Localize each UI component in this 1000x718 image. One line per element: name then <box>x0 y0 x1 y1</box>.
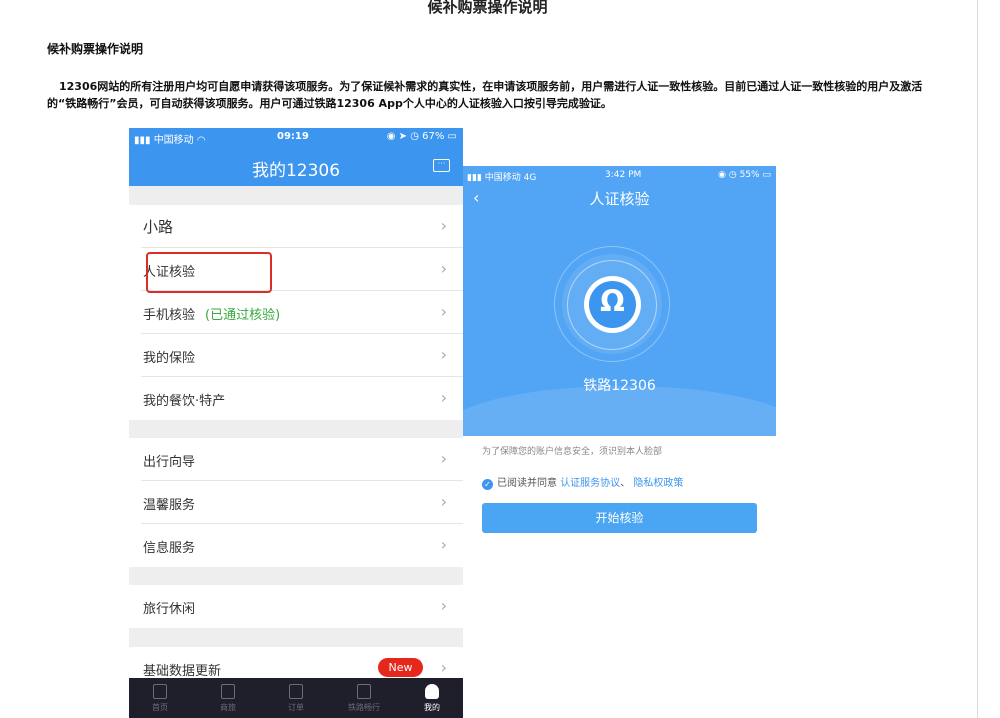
tab-home[interactable]: 首页 <box>135 684 185 713</box>
railway-logo-glyph: Ω <box>600 284 625 318</box>
nav-bar: ‹ 人证核验 <box>463 186 776 216</box>
nav-title: 人证核验 <box>589 190 650 208</box>
menu-item[interactable]: 我的餐饮·特产 › <box>141 377 463 420</box>
menu-group: 出行向导 › 温馨服务 › 信息服务 › <box>129 438 463 567</box>
tab-label: 首页 <box>152 703 168 712</box>
new-badge: New <box>378 658 423 677</box>
privacy-policy-link[interactable]: 隐私权政策 <box>633 478 683 489</box>
chevron-right-icon: › <box>440 259 447 278</box>
chevron-right-icon: › <box>440 535 447 554</box>
chevron-right-icon: › <box>440 492 447 511</box>
chevron-right-icon: › <box>440 216 447 235</box>
menu-item[interactable]: 旅行休闲 › <box>141 585 463 628</box>
tab-person[interactable]: 我的 <box>407 684 457 713</box>
message-icon[interactable]: ··· <box>433 159 450 172</box>
chevron-right-icon: › <box>440 388 447 407</box>
screenshot-my-12306: ▮▮▮ 中国移动 ◠ 09:19 ◉ ➤ ◷ 67% ▭ 我的12306 ···… <box>129 128 463 718</box>
menu-item-label: 出行向导 <box>143 455 196 470</box>
tab-briefcase[interactable]: 商旅 <box>203 684 253 713</box>
menu-item[interactable]: 信息服务 › <box>141 524 463 567</box>
menu-item[interactable]: 温馨服务 › <box>141 481 463 524</box>
menu-item-label: 我的保险 <box>143 351 196 366</box>
header-title: 我的12306 <box>251 161 341 181</box>
order-icon <box>289 684 303 699</box>
briefcase-icon <box>221 684 235 699</box>
menu-item-label: 旅行休闲 <box>143 602 196 617</box>
battery: ◉ ◷ 55% ▭ <box>718 170 771 180</box>
menu-item[interactable]: 出行向导 › <box>141 438 463 481</box>
start-verification-button[interactable]: 开始核验 <box>482 503 757 533</box>
brand-name: 铁路12306 <box>583 378 656 394</box>
home-icon <box>153 684 167 699</box>
diamond-icon <box>357 684 371 699</box>
chevron-right-icon: › <box>440 658 447 677</box>
carrier: ▮▮▮ 中国移动 4G <box>467 173 537 183</box>
menu-item[interactable]: 我的保险 › <box>141 334 463 377</box>
menu-item-label: 手机核验 <box>143 308 196 323</box>
clock: 3:42 PM <box>605 170 642 180</box>
clock: 09:19 <box>277 131 309 142</box>
service-agreement-link[interactable]: 认证服务协议 <box>560 478 620 489</box>
battery: ◉ ➤ ◷ 67% ▭ <box>386 131 457 142</box>
menu-group: 小路 › 人证核验 › 手机核验 (已通过核验) › 我的保险 › 我的餐饮·特产 › <box>129 205 463 420</box>
security-note: 为了保障您的账户信息安全，须识别本人脸部 <box>482 447 663 457</box>
chevron-right-icon: › <box>440 345 447 364</box>
tab-order[interactable]: 订单 <box>271 684 321 713</box>
menu-item-label: 我的餐饮·特产 <box>143 394 226 409</box>
tab-label: 商旅 <box>220 703 236 712</box>
chevron-right-icon: › <box>440 449 447 468</box>
agreement: ✓ 已阅读并同意 认证服务协议、 隐私权政策 <box>482 474 683 490</box>
status-bar: ▮▮▮ 中国移动 ◠ 09:19 ◉ ➤ ◷ 67% ▭ <box>129 131 463 146</box>
menu-group: 旅行休闲 › <box>129 585 463 628</box>
person-icon <box>425 684 439 699</box>
tab-label: 我的 <box>424 703 440 712</box>
verified-note: (已通过核验) <box>205 308 281 323</box>
intro-paragraph: 12306网站的所有注册用户均可自愿申请获得该项服务。为了保证候补需求的真实性，… <box>47 80 923 110</box>
status-bar: ▮▮▮ 中国移动 4G 3:42 PM ◉ ◷ 55% ▭ <box>463 170 776 183</box>
app-header: ▮▮▮ 中国移动 ◠ 09:19 ◉ ➤ ◷ 67% ▭ 我的12306 ··· <box>129 128 463 186</box>
tab-bar: 首页 商旅 订单 铁路畅行 我的 <box>129 678 463 718</box>
menu-item-label: 基础数据更新 <box>143 664 222 679</box>
page-divider <box>977 0 978 718</box>
tab-label: 铁路畅行 <box>348 703 380 712</box>
agree-checkbox-icon[interactable]: ✓ <box>482 479 493 490</box>
menu-item[interactable]: 小路 › <box>141 205 463 248</box>
section-heading: 候补购票操作说明 <box>47 42 144 56</box>
tab-diamond[interactable]: 铁路畅行 <box>339 684 389 713</box>
menu-item-label: 信息服务 <box>143 541 196 556</box>
carrier: ▮▮▮ 中国移动 ◠ <box>134 135 206 146</box>
page-title: 候补购票操作说明 <box>427 0 548 16</box>
tab-label: 订单 <box>288 703 304 712</box>
highlight-box <box>146 252 272 293</box>
screenshot-face-verification: ▮▮▮ 中国移动 4G 3:42 PM ◉ ◷ 55% ▭ ‹ 人证核验 Ω 铁… <box>463 166 776 436</box>
chevron-right-icon: › <box>440 302 447 321</box>
menu-item[interactable]: 手机核验 (已通过核验) › <box>141 291 463 334</box>
menu-item-label: 小路 <box>143 218 174 236</box>
chevron-right-icon: › <box>440 596 447 615</box>
menu-item-label: 温馨服务 <box>143 498 196 513</box>
